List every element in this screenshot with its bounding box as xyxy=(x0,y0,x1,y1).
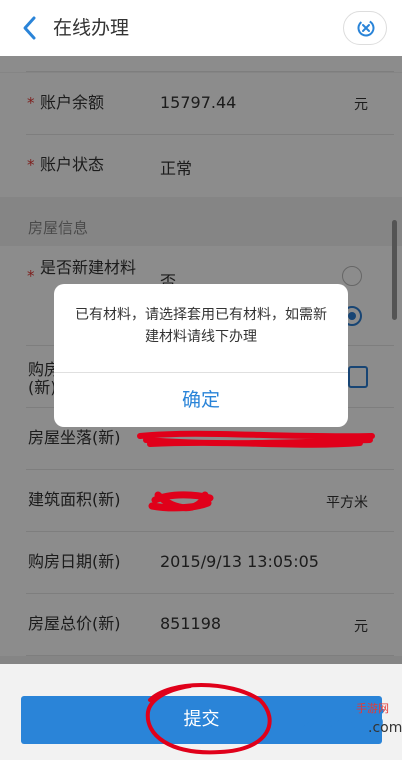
close-circle-icon xyxy=(357,19,375,37)
brand-tag: 手游网 xyxy=(356,702,389,715)
alert-dialog: 已有材料，请选择套用已有材料，如需新建材料请线下办理 确定 xyxy=(54,284,348,427)
bottom-bar: 提交 2265 手游网 .com xyxy=(0,664,402,760)
dialog-message: 已有材料，请选择套用已有材料，如需新建材料请线下办理 xyxy=(75,307,327,345)
close-button[interactable] xyxy=(343,11,387,45)
brand-suffix: .com xyxy=(368,720,402,736)
app-header: 在线办理 xyxy=(0,0,402,57)
brand-watermark: 2265 手游网 .com xyxy=(302,702,402,740)
back-arrow-icon[interactable] xyxy=(18,14,44,42)
page-title: 在线办理 xyxy=(53,17,130,39)
dialog-confirm-button[interactable]: 确定 xyxy=(54,373,348,427)
